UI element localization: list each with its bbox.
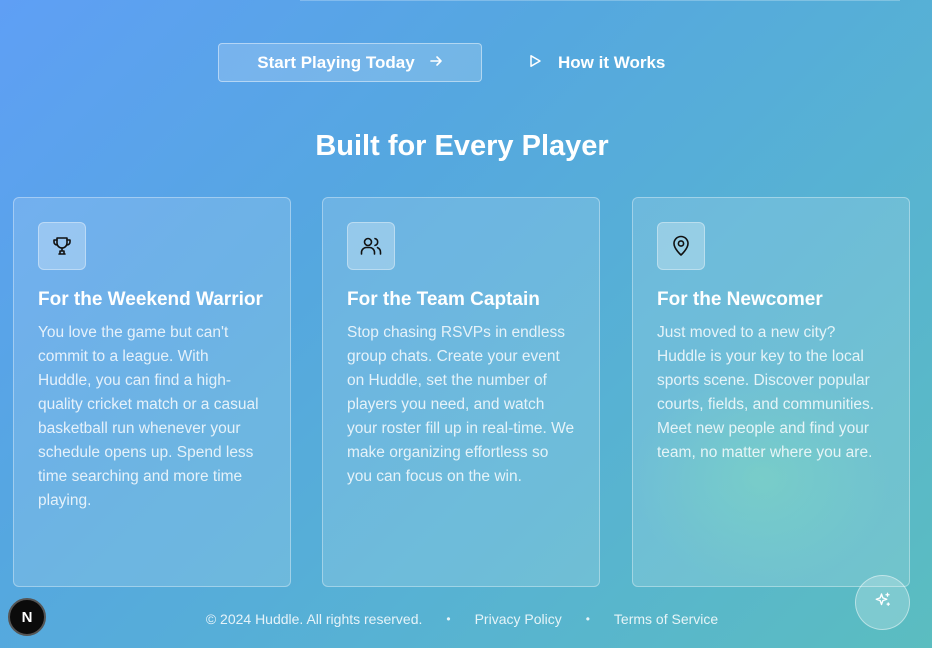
map-pin-icon (657, 222, 705, 270)
terms-of-service-link[interactable]: Terms of Service (614, 611, 718, 627)
users-icon (347, 222, 395, 270)
play-icon (528, 53, 542, 73)
card-title: For the Weekend Warrior (38, 289, 263, 310)
card-body: You love the game but can't commit to a … (38, 324, 259, 509)
sparkles-icon (874, 591, 892, 614)
how-it-works-label: How it Works (558, 52, 666, 72)
start-playing-label: Start Playing Today (257, 52, 415, 72)
next-dev-badge[interactable]: N (8, 598, 46, 636)
arrow-right-icon (429, 53, 443, 73)
section-title: Built for Every Player (315, 130, 609, 162)
card-body: Stop chasing RSVPs in endless group chat… (347, 324, 575, 485)
start-playing-button[interactable]: Start Playing Today (218, 43, 482, 82)
privacy-policy-link[interactable]: Privacy Policy (475, 611, 562, 627)
footer-separator: • (446, 612, 451, 626)
card-body: Just moved to a new city? Huddle is your… (657, 324, 875, 461)
trophy-icon (38, 222, 86, 270)
ai-assistant-button[interactable] (855, 575, 910, 630)
top-divider (300, 0, 900, 1)
card-newcomer: For the Newcomer Just moved to a new cit… (632, 197, 910, 587)
copyright-text: © 2024 Huddle. All rights reserved. (205, 611, 423, 627)
footer-separator: • (585, 612, 590, 626)
footer: © 2024 Huddle. All rights reserved. • Pr… (0, 611, 924, 627)
card-team-captain: For the Team Captain Stop chasing RSVPs … (322, 197, 600, 587)
badge-letter: N (21, 608, 33, 626)
hero-cta-row: Start Playing Today How it Works (218, 43, 665, 82)
card-title: For the Newcomer (657, 289, 823, 310)
how-it-works-button[interactable]: How it Works (528, 53, 665, 73)
card-title: For the Team Captain (347, 289, 540, 310)
card-weekend-warrior: For the Weekend Warrior You love the gam… (13, 197, 291, 587)
